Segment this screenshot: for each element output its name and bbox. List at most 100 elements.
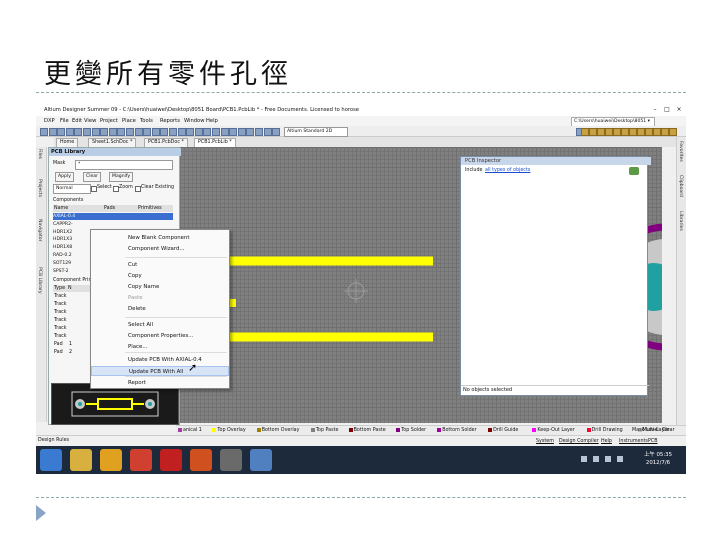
- toolbar-tool-icon[interactable]: [57, 128, 66, 136]
- right-strip-tab[interactable]: Clipboard: [678, 175, 683, 197]
- menu-item-place[interactable]: Place...: [91, 342, 229, 352]
- toolbar-tool-icon[interactable]: [160, 128, 169, 136]
- toolbar-tool-icon[interactable]: [661, 128, 669, 136]
- toolbar-tool-icon[interactable]: [194, 128, 203, 136]
- menu-edit[interactable]: Edit: [72, 118, 82, 124]
- status-button[interactable]: Help: [601, 439, 612, 444]
- menu-item-component-properties[interactable]: Component Properties...: [91, 331, 229, 341]
- toolbar-tool-icon[interactable]: [117, 128, 126, 136]
- tray-icon[interactable]: [581, 456, 587, 462]
- toolbar-tool-icon[interactable]: [263, 128, 272, 136]
- view-config-dropdown[interactable]: Altium Standard 2D: [284, 127, 348, 137]
- acrobat-icon[interactable]: [160, 449, 182, 471]
- toolbar-tool-icon[interactable]: [134, 128, 143, 136]
- component-row[interactable]: CAPPR2-: [53, 221, 173, 228]
- column-header[interactable]: Primitives: [138, 206, 162, 211]
- toolbar-tool-icon[interactable]: [255, 128, 263, 136]
- chrome-icon[interactable]: [130, 449, 152, 471]
- menu-help[interactable]: Help: [206, 118, 218, 124]
- toolbar-tool-icon[interactable]: [637, 128, 645, 136]
- menu-item-copy[interactable]: Copy: [91, 271, 229, 281]
- column-header[interactable]: Name: [54, 206, 68, 211]
- left-strip-tab[interactable]: Projects: [37, 179, 42, 197]
- status-button[interactable]: Instruments: [619, 439, 648, 444]
- toolbar-tool-icon[interactable]: [83, 128, 91, 136]
- clear-button[interactable]: Clear: [83, 172, 102, 182]
- toolbar-tool-icon[interactable]: [669, 128, 677, 136]
- menu-item-select-all[interactable]: Select All: [91, 320, 229, 330]
- toolbar-tool-icon[interactable]: [229, 128, 238, 136]
- maximize-icon[interactable]: □: [662, 106, 672, 115]
- toolbar-tool-icon[interactable]: [589, 128, 597, 136]
- menu-project[interactable]: Project: [100, 118, 118, 124]
- menu-item-delete[interactable]: Delete: [91, 304, 229, 314]
- status-button[interactable]: Design Compiler: [559, 439, 599, 444]
- toolbar-tool-icon[interactable]: [74, 128, 83, 136]
- component-row[interactable]: AXIAL-0.4: [53, 213, 173, 220]
- toolbar-tool-icon[interactable]: [186, 128, 195, 136]
- menu-item-report[interactable]: Report: [91, 378, 229, 388]
- toolbar-tool-icon[interactable]: [645, 128, 653, 136]
- menu-item-update-pcb-with-axial-0-4[interactable]: Update PCB With AXIAL-0.4: [91, 355, 229, 365]
- clear-layer-button[interactable]: Clear: [662, 427, 675, 435]
- toolbar-tool-icon[interactable]: [581, 128, 589, 136]
- toolbar-tool-icon[interactable]: [246, 128, 255, 136]
- explorer-icon[interactable]: [70, 449, 92, 471]
- magnify-button[interactable]: Magnify: [109, 172, 134, 182]
- powerpoint-icon[interactable]: [190, 449, 212, 471]
- layer-tab[interactable]: Top Overlay: [212, 427, 246, 435]
- menu-file[interactable]: File: [60, 118, 69, 124]
- left-strip-tab[interactable]: PCB Library: [37, 267, 42, 294]
- menu-item-new-blank-component[interactable]: New Blank Component: [91, 233, 229, 243]
- toolbar-tool-icon[interactable]: [126, 128, 134, 136]
- toolbar-tool-icon[interactable]: [629, 128, 637, 136]
- toolbar-tool-icon[interactable]: [212, 128, 220, 136]
- menu-reports[interactable]: Reports: [160, 118, 180, 124]
- toolbar-tool-icon[interactable]: [108, 128, 117, 136]
- left-strip-tab[interactable]: Navigator: [37, 219, 42, 241]
- inspector-filter-icon[interactable]: [629, 167, 639, 175]
- column-header[interactable]: Pads: [104, 206, 115, 211]
- layer-tab[interactable]: Drill Drawing: [586, 427, 623, 435]
- menu-view[interactable]: View: [84, 118, 96, 124]
- toolbar-tool-icon[interactable]: [203, 128, 212, 136]
- menu-tools[interactable]: Tools: [140, 118, 153, 124]
- layer-tab[interactable]: Top Solder: [396, 427, 426, 435]
- tray-icon[interactable]: [605, 456, 611, 462]
- toolbar-tool-icon[interactable]: [653, 128, 661, 136]
- menu-dxp[interactable]: DXP: [44, 118, 55, 124]
- mask-level-button[interactable]: Mask Level: [632, 427, 659, 435]
- menu-item-update-pcb-with-all[interactable]: Update PCB With All: [91, 366, 229, 376]
- altium-icon[interactable]: [220, 449, 242, 471]
- tray-icon[interactable]: [617, 456, 623, 462]
- menu-item-component-wizard[interactable]: Component Wizard...: [91, 244, 229, 254]
- paint-icon[interactable]: [250, 449, 272, 471]
- toolbar-tool-icon[interactable]: [40, 128, 48, 136]
- prim-column-header[interactable]: N: [68, 286, 72, 291]
- toolbar-tool-icon[interactable]: [48, 128, 57, 136]
- prim-column-header[interactable]: Type: [54, 286, 65, 291]
- toolbar-tool-icon[interactable]: [65, 128, 74, 136]
- mask-input[interactable]: *: [75, 160, 173, 170]
- right-strip-tab[interactable]: Libraries: [678, 211, 683, 231]
- menu-window[interactable]: Window: [184, 118, 204, 124]
- layer-tab[interactable]: Top Paste: [310, 427, 338, 435]
- menu-place[interactable]: Place: [122, 118, 136, 124]
- toolbar-tool-icon[interactable]: [151, 128, 160, 136]
- layer-tab[interactable]: Keep-Out Layer: [532, 427, 575, 435]
- toolbar-tool-icon[interactable]: [237, 128, 246, 136]
- toolbar-tool-icon[interactable]: [621, 128, 629, 136]
- toolbar-tool-icon[interactable]: [272, 128, 281, 136]
- toolbar-tool-icon[interactable]: [100, 128, 109, 136]
- tray-icon[interactable]: [593, 456, 599, 462]
- close-icon[interactable]: ×: [674, 106, 684, 115]
- layer-tab[interactable]: Drill Guide: [488, 427, 518, 435]
- menu-item-cut[interactable]: Cut: [91, 260, 229, 270]
- toolbar-tool-icon[interactable]: [169, 128, 177, 136]
- toolbar-tool-icon[interactable]: [613, 128, 621, 136]
- apply-button[interactable]: Apply: [55, 172, 74, 182]
- layer-tab[interactable]: anical 1: [178, 427, 202, 435]
- layer-tab[interactable]: Bottom Solder: [437, 427, 477, 435]
- include-link[interactable]: all types of objects: [485, 168, 530, 173]
- toolbar-tool-icon[interactable]: [177, 128, 186, 136]
